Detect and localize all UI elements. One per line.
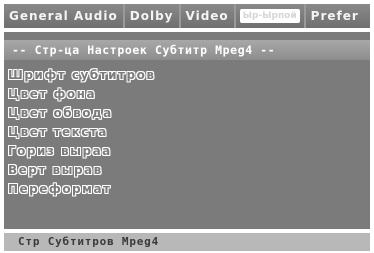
- tab-subtitles[interactable]: Ыр-Ырпой: [239, 9, 300, 23]
- menu-item-subtitle-font[interactable]: Шрифт субтитров: [8, 66, 368, 85]
- page-title: -- Стр-ца Настроек Субтитр Mpeg4 --: [4, 40, 370, 60]
- settings-list: Шрифт субтитров Цвет фона Цвет обвода Цв…: [8, 66, 368, 199]
- menu-item-reformat[interactable]: Переформат: [8, 180, 368, 199]
- tab-separator: [233, 4, 236, 28]
- menu-item-background-color[interactable]: Цвет фона: [8, 85, 368, 104]
- menu-item-outline-color[interactable]: Цвет обвода: [8, 104, 368, 123]
- menu-item-horizontal-align[interactable]: Гориз выраа: [8, 142, 368, 161]
- tab-preferences[interactable]: Prefer: [306, 4, 364, 28]
- tab-bar: General Audio Dolby Video Ыр-Ырпой Prefe…: [4, 4, 370, 28]
- status-bar: Стр Субтитров Mpeg4: [4, 233, 370, 251]
- screen: General Audio Dolby Video Ыр-Ырпой Prefe…: [0, 0, 374, 253]
- settings-panel: -- Стр-ца Настроек Субтитр Mpeg4 -- Шриф…: [4, 32, 370, 229]
- tab-video[interactable]: Video: [181, 4, 234, 28]
- menu-item-text-color[interactable]: Цвет текста: [8, 123, 368, 142]
- tab-dolby[interactable]: Dolby: [125, 4, 179, 28]
- tab-general-audio[interactable]: General Audio: [4, 4, 123, 28]
- menu-item-vertical-align[interactable]: Верт вырав: [8, 161, 368, 180]
